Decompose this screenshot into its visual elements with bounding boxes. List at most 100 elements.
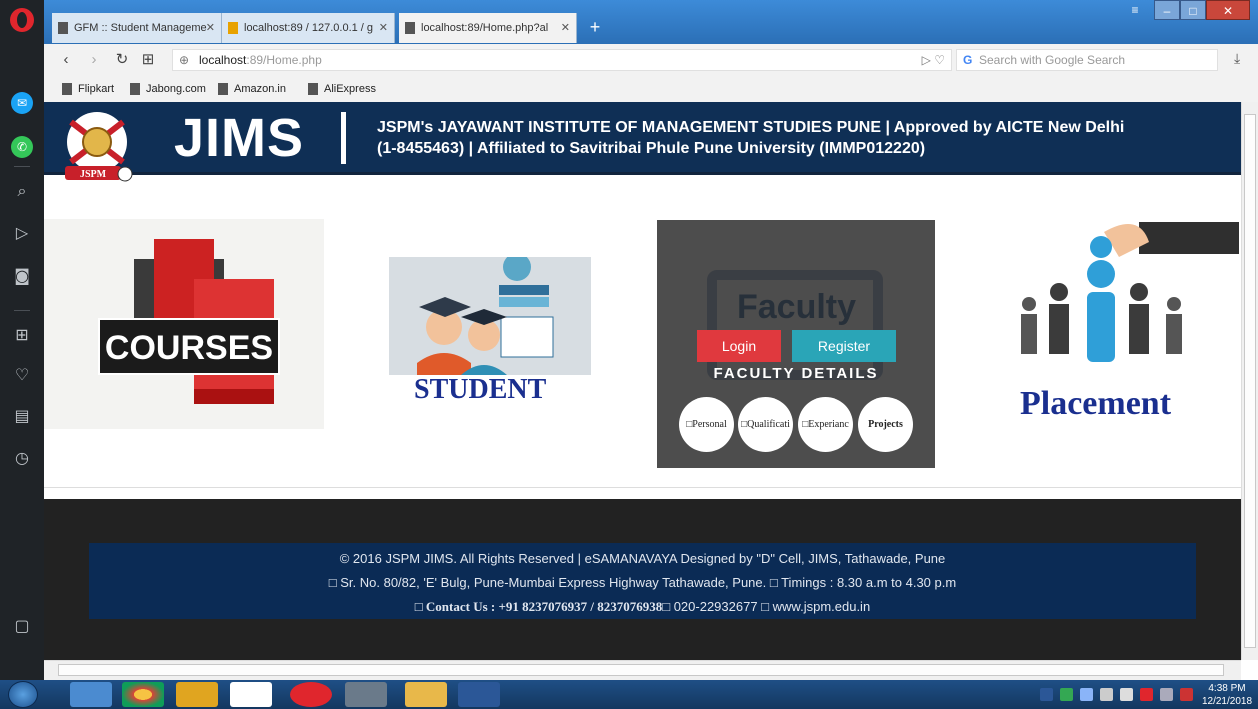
download-icon[interactable]: ⤓ bbox=[1234, 50, 1240, 67]
sidebar-toggle-icon[interactable]: ▢ bbox=[11, 615, 33, 637]
faculty-title: Faculty bbox=[737, 288, 857, 326]
tray-icon[interactable] bbox=[1140, 688, 1153, 701]
bookmark-jabong[interactable]: Jabong.com bbox=[130, 82, 206, 96]
institute-line-2: (1-8455463) | Affiliated to Savitribai P… bbox=[377, 140, 926, 157]
page-icon bbox=[405, 22, 415, 34]
search-field[interactable]: G Search with Google Search bbox=[956, 49, 1218, 71]
logo-text: JSPM bbox=[80, 169, 107, 180]
history-icon[interactable]: ◷ bbox=[11, 447, 33, 469]
horizontal-scroll-thumb[interactable] bbox=[58, 664, 1224, 676]
clock-time: 4:38 PM bbox=[1208, 683, 1246, 694]
personal-circle[interactable]: □Personal bbox=[679, 397, 734, 452]
footer-contact: □ Contact Us : +91 8237076937 / 82370769… bbox=[89, 599, 1196, 615]
placement-label[interactable]: Placement bbox=[1020, 385, 1171, 423]
camera-icon[interactable]: ◙ bbox=[11, 265, 33, 287]
tray-icon[interactable] bbox=[1060, 688, 1073, 701]
faculty-register-button[interactable]: Register bbox=[792, 330, 896, 362]
tab-strip: GFM :: Student Manageme ✕ localhost:89 /… bbox=[44, 0, 1258, 44]
minimize-button[interactable]: – bbox=[1154, 0, 1180, 20]
faculty-card: Faculty Login Register FACULTY DETAILS □… bbox=[657, 220, 935, 468]
whatsapp-icon[interactable]: ✆ bbox=[11, 136, 33, 158]
clock-date: 12/21/2018 bbox=[1201, 696, 1253, 707]
heart-icon[interactable]: ♡ bbox=[11, 364, 33, 386]
tab-label: localhost:89 / 127.0.0.1 / g bbox=[244, 22, 374, 34]
opera-sidebar: ✉ ✆ ⌕ ▷ ◙ ⊞ ♡ ▤ ◷ ▢ bbox=[0, 0, 44, 680]
bookmarks-bar: Flipkart Jabong.com Amazon.in AliExpress bbox=[44, 76, 1258, 102]
terminal-icon[interactable] bbox=[345, 682, 387, 707]
tab-phpmyadmin[interactable]: localhost:89 / 127.0.0.1 / g ✕ bbox=[222, 13, 395, 43]
student-card[interactable] bbox=[389, 253, 591, 375]
opera-logo-icon[interactable] bbox=[10, 8, 34, 32]
jspm-logo-icon: JSPM bbox=[65, 112, 133, 182]
tab-menu-icon[interactable]: ≡ bbox=[1124, 0, 1146, 20]
search-placeholder: Search with Google Search bbox=[979, 53, 1126, 67]
url-field[interactable]: ⊕ localhost:89/Home.php ▷ ♡ bbox=[172, 49, 952, 71]
word-icon[interactable] bbox=[458, 682, 500, 707]
vertical-scrollbar[interactable] bbox=[1241, 102, 1258, 660]
tab-home[interactable]: localhost:89/Home.php?al ✕ bbox=[399, 13, 577, 43]
student-label[interactable]: STUDENT bbox=[414, 374, 546, 406]
tab-close-icon[interactable]: ✕ bbox=[379, 13, 388, 43]
speed-dial-icon[interactable]: ⊞ bbox=[11, 324, 33, 346]
page-viewport: JSPM JIMS JSPM's JAYAWANT INSTITUTE OF M… bbox=[44, 102, 1241, 660]
courses-label: COURSES bbox=[105, 329, 273, 367]
maximize-button[interactable]: □ bbox=[1180, 0, 1206, 20]
volume-icon[interactable] bbox=[1120, 688, 1133, 701]
footer-address: □ Sr. No. 80/82, 'E' Bulg, Pune-Mumbai E… bbox=[328, 575, 957, 590]
horizontal-scrollbar[interactable] bbox=[44, 660, 1241, 680]
google-icon: G bbox=[963, 53, 973, 67]
institute-title: JSPM's JAYAWANT INSTITUTE OF MANAGEMENT … bbox=[377, 117, 1237, 159]
windows-taskbar: 4:38 PM 12/21/2018 bbox=[0, 680, 1258, 709]
globe-icon: ⊕ bbox=[179, 53, 190, 67]
chrome-icon[interactable] bbox=[122, 682, 164, 707]
file-icon[interactable] bbox=[230, 682, 272, 707]
courses-illustration: COURSES bbox=[98, 239, 280, 404]
bookmark-aliexpress[interactable]: AliExpress bbox=[308, 82, 376, 96]
tab-gfm[interactable]: GFM :: Student Manageme ✕ bbox=[52, 13, 222, 43]
sidebar-separator bbox=[14, 310, 30, 311]
tray-icon[interactable] bbox=[1080, 688, 1093, 701]
bookmark-flipkart[interactable]: Flipkart bbox=[62, 82, 114, 96]
brand-divider bbox=[341, 112, 346, 164]
tray-icon[interactable] bbox=[1100, 688, 1113, 701]
search-icon[interactable]: ⌕ bbox=[11, 180, 33, 202]
experience-circle[interactable]: □Experianc bbox=[798, 397, 853, 452]
site-brand: JIMS bbox=[174, 108, 305, 168]
flag-icon[interactable] bbox=[1180, 688, 1193, 701]
tab-close-icon[interactable]: ✕ bbox=[561, 13, 570, 43]
vertical-scroll-thumb[interactable] bbox=[1244, 114, 1256, 648]
footer-contact-rest[interactable]: 020-22932677 □ www.jspm.edu.in bbox=[670, 599, 870, 614]
tab-close-icon[interactable]: ✕ bbox=[206, 13, 215, 43]
send-heart-icons[interactable]: ▷ ♡ bbox=[922, 50, 945, 70]
url-host: localhost bbox=[199, 53, 247, 67]
forward-button[interactable]: › bbox=[84, 50, 104, 70]
new-tab-button[interactable]: + bbox=[585, 17, 605, 37]
student-illustration bbox=[417, 253, 554, 375]
footer-contact-numbers: □ Contact Us : +91 8237076937 / 82370769… bbox=[414, 599, 671, 614]
speed-dial-button[interactable]: ⊞ bbox=[138, 50, 158, 70]
projects-circle[interactable]: Projects bbox=[858, 397, 913, 452]
back-button[interactable]: ‹ bbox=[56, 50, 76, 70]
send-icon[interactable]: ▷ bbox=[11, 222, 33, 244]
folder-icon[interactable] bbox=[405, 682, 447, 707]
bookmark-amazon[interactable]: Amazon.in bbox=[218, 82, 286, 96]
python-icon[interactable] bbox=[176, 682, 218, 707]
faculty-login-button[interactable]: Login bbox=[697, 330, 781, 362]
start-button[interactable] bbox=[8, 681, 38, 708]
taskbar-clock[interactable]: 4:38 PM 12/21/2018 bbox=[1201, 682, 1253, 708]
institute-line-1: JSPM's JAYAWANT INSTITUTE OF MANAGEMENT … bbox=[377, 119, 1125, 136]
page-icon bbox=[58, 22, 68, 34]
qualification-circle[interactable]: □Qualificati bbox=[738, 397, 793, 452]
taskbar-app-icon[interactable] bbox=[70, 682, 112, 707]
url-path: :89/Home.php bbox=[246, 53, 322, 67]
opera-taskbar-icon[interactable] bbox=[290, 682, 332, 707]
close-window-button[interactable]: ✕ bbox=[1206, 0, 1250, 20]
reload-button[interactable]: ↻ bbox=[112, 50, 132, 70]
tab-label: GFM :: Student Manageme bbox=[74, 22, 207, 34]
tray-icon[interactable] bbox=[1040, 688, 1053, 701]
footer-info-box: © 2016 JSPM JIMS. All Rights Reserved | … bbox=[89, 543, 1196, 619]
news-icon[interactable]: ▤ bbox=[11, 405, 33, 427]
courses-card[interactable]: COURSES bbox=[44, 219, 324, 429]
messenger-icon[interactable]: ✉ bbox=[11, 92, 33, 114]
network-icon[interactable] bbox=[1160, 688, 1173, 701]
